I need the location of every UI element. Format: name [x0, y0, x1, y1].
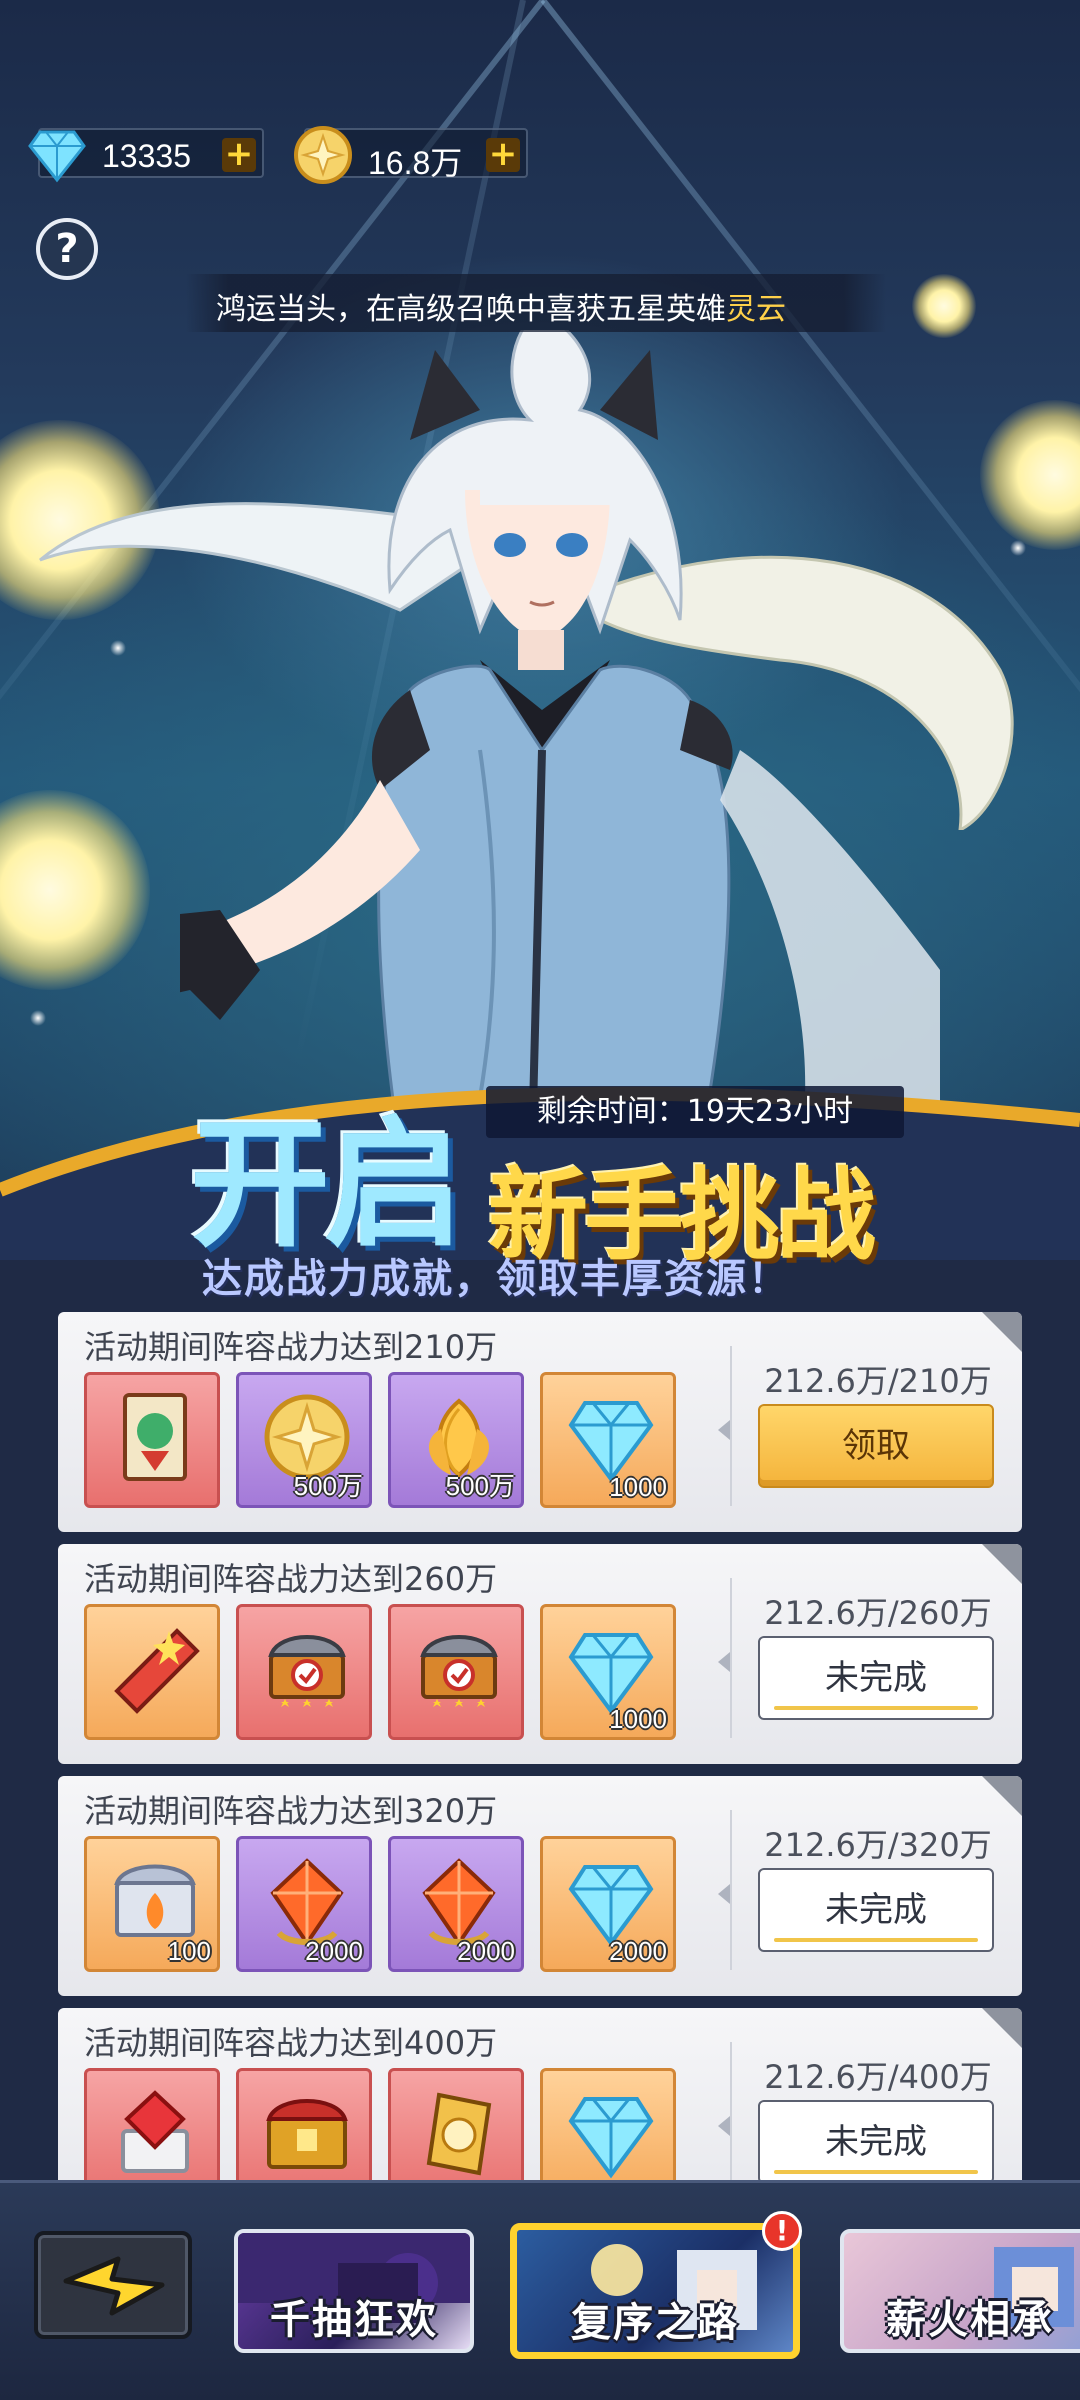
- tab-pass-the-torch[interactable]: 薪火相承: [840, 2229, 1080, 2353]
- incomplete-button[interactable]: 未完成: [758, 1868, 994, 1952]
- gold-counter: 16.8万 +: [294, 126, 528, 184]
- diamond-icon: [568, 1633, 654, 1715]
- divider: [730, 1810, 732, 1970]
- diamond-icon: [568, 1865, 654, 1947]
- reward-quantity: 1000: [609, 1704, 667, 1734]
- incomplete-button[interactable]: 未完成: [758, 1636, 994, 1720]
- red-gem-icon: [270, 1858, 344, 1947]
- reward-item[interactable]: 500万: [236, 1372, 372, 1508]
- bottom-nav: 千抽狂欢 复序之路 ! 薪火相承: [0, 2180, 1080, 2400]
- reward-quantity: 100: [167, 1936, 211, 1966]
- task-progress: 212.6万/260万: [764, 1594, 992, 1632]
- add-diamonds-button[interactable]: +: [222, 137, 256, 172]
- add-gold-button[interactable]: +: [486, 137, 520, 172]
- sparkle: [30, 1010, 46, 1026]
- task-card: 活动期间阵容战力达到210万 500万 500万 1000 212.6万/210万领取: [58, 1312, 1022, 1532]
- card-corner-fold: [982, 1776, 1022, 1816]
- announcement-text: 鸿运当头，在高级召唤中喜获五星英雄灵云: [216, 292, 786, 327]
- hero-banner: [0, 0, 1080, 1260]
- help-button[interactable]: ?: [36, 218, 98, 280]
- task-description: 活动期间阵容战力达到400万: [84, 2024, 498, 2062]
- reward-item[interactable]: 2000: [236, 1836, 372, 1972]
- divider: [730, 1346, 732, 1506]
- task-description: 活动期间阵容战力达到260万: [84, 1560, 498, 1598]
- tab-label: 千抽狂欢: [270, 2297, 438, 2343]
- hero-character: [180, 330, 940, 1150]
- reward-item[interactable]: 2000: [388, 1836, 524, 1972]
- reward-quantity: 1000: [609, 1472, 667, 1502]
- reward-item[interactable]: [236, 2068, 372, 2180]
- divider-arrow-icon: [718, 2116, 730, 2136]
- task-card: 活动期间阵容战力达到400万 212.6万/400万未完成: [58, 2008, 1022, 2180]
- reward-item[interactable]: [388, 2068, 524, 2180]
- task-progress: 212.6万/210万: [764, 1362, 992, 1400]
- divider-arrow-icon: [718, 1420, 730, 1440]
- card-corner-fold: [982, 1544, 1022, 1584]
- reward-item[interactable]: 2000: [540, 1836, 676, 1972]
- reward-quantity: 2000: [457, 1936, 515, 1966]
- task-description: 活动期间阵容战力达到320万: [84, 1792, 498, 1830]
- remaining-time: 剩余时间：19天23小时: [486, 1086, 904, 1138]
- reward-item[interactable]: 100: [84, 1836, 220, 1972]
- fire-chest-icon: [114, 1864, 196, 1937]
- reward-item[interactable]: [236, 1604, 372, 1740]
- task-progress: 212.6万/400万: [764, 2058, 992, 2096]
- star-ticket-icon: [114, 1628, 200, 1714]
- diamond-icon: [568, 1401, 654, 1483]
- reward-item[interactable]: [388, 1604, 524, 1740]
- reward-quantity: 500万: [445, 1471, 515, 1501]
- back-button[interactable]: [34, 2231, 192, 2339]
- reward-item[interactable]: 1000: [540, 1372, 676, 1508]
- diamond-icon: [568, 2097, 654, 2179]
- task-card: 活动期间阵容战力达到260万 1000 212.6万/260万未完成: [58, 1544, 1022, 1764]
- lightning-back-icon: [63, 2256, 165, 2316]
- reward-item[interactable]: 500万: [388, 1372, 524, 1508]
- diamond-amount: 13335: [102, 138, 191, 174]
- gold-amount: 16.8万: [368, 145, 463, 181]
- divider: [730, 2042, 732, 2180]
- reward-quantity: 500万: [293, 1471, 363, 1501]
- task-card: 活动期间阵容战力达到320万 100 2000 2000 2000 212.6万/320万…: [58, 1776, 1022, 1996]
- announcement-hero-name: 灵云: [726, 292, 786, 327]
- three-star-chest-icon: [420, 1635, 498, 1707]
- reward-item[interactable]: [84, 1372, 220, 1508]
- diamond-counter: 13335 +: [28, 128, 264, 183]
- reward-item[interactable]: 1000: [540, 1604, 676, 1740]
- ruby-chest-icon: [121, 2090, 189, 2173]
- announcement-marquee: 鸿运当头，在高级召唤中喜获五星英雄灵云: [186, 274, 886, 332]
- divider-arrow-icon: [718, 1884, 730, 1904]
- general-token-icon: [426, 2092, 492, 2176]
- task-description: 活动期间阵容战力达到210万: [84, 1328, 498, 1366]
- tab-thousand-draws[interactable]: 千抽狂欢: [234, 2229, 474, 2353]
- reward-item[interactable]: [540, 2068, 676, 2180]
- gold-coin-icon: [294, 126, 352, 184]
- reward-item[interactable]: [84, 2068, 220, 2180]
- tab-restore-road[interactable]: 复序之路: [510, 2223, 800, 2359]
- three-star-chest-icon: [268, 1635, 346, 1707]
- banner-title-open: 开启: [190, 1104, 464, 1267]
- tab-label: 复序之路: [571, 2300, 739, 2346]
- reward-item[interactable]: [84, 1604, 220, 1740]
- card-corner-fold: [982, 1312, 1022, 1352]
- card-corner-fold: [982, 2008, 1022, 2048]
- banner-subtitle: 达成战力成就，领取丰厚资源！: [202, 1256, 790, 1302]
- task-list[interactable]: 活动期间阵容战力达到210万 500万 500万 1000 212.6万/210万 领取活…: [0, 1300, 1080, 2180]
- glow-orb: [912, 274, 976, 338]
- claim-button[interactable]: 领取: [758, 1404, 994, 1488]
- golden-chest-icon: [266, 2099, 348, 2169]
- task-progress: 212.6万/320万: [764, 1826, 992, 1864]
- hero-card-icon: [123, 1393, 187, 1481]
- notification-badge: !: [762, 2211, 802, 2251]
- diamond-icon: [28, 130, 86, 183]
- reward-quantity: 2000: [305, 1936, 363, 1966]
- incomplete-button[interactable]: 未完成: [758, 2100, 994, 2180]
- divider-arrow-icon: [718, 1652, 730, 1672]
- reward-quantity: 2000: [609, 1936, 667, 1966]
- red-gem-icon: [422, 1858, 496, 1947]
- divider: [730, 1578, 732, 1738]
- tab-label: 薪火相承: [886, 2297, 1054, 2343]
